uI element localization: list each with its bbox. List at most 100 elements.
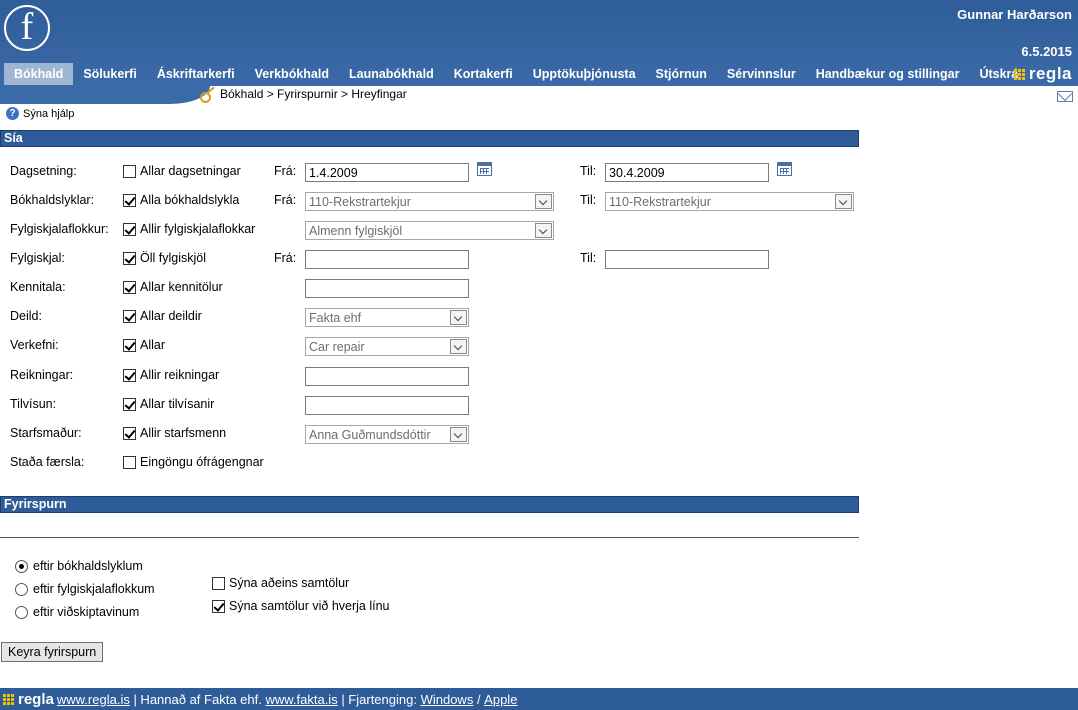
header-date: 6.5.2015 [1021,44,1072,59]
project-label: Verkefni: [10,338,59,352]
regla-grid-icon [3,693,14,705]
all-accounts-checkbox[interactable]: Alla bókhaldslykla [123,193,239,207]
all-departments-checkbox[interactable]: Allar deildir [123,309,202,323]
calendar-icon-from[interactable] [477,162,492,176]
nav-item-verkbokhald[interactable]: Verkbókhald [245,63,339,85]
nav-item-upptokuthjonusta[interactable]: Upptökuþjónusta [523,63,646,85]
divider [0,537,859,538]
nav-item-bokhald[interactable]: Bókhald [4,63,74,85]
key-icon [200,87,216,103]
employee-select[interactable]: Anna Guðmundsdóttir [305,425,469,444]
filter-row-documents: Fylgiskjal: Öll fylgiskjöl Frá: Til: [0,249,870,269]
apple-link[interactable]: Apple [484,692,517,707]
fakta-site-link[interactable]: www.fakta.is [265,692,337,707]
reference-label: Tilvísun: [10,397,57,411]
nav-item-handbaekur[interactable]: Handbækur og stillingar [806,63,970,85]
unfinished-only-checkbox[interactable]: Eingöngu ófrágengnar [123,455,264,469]
footer-made-by: | Hannað af Fakta ehf. [129,691,266,707]
regla-grid-icon [1013,68,1025,80]
invoices-label: Reikningar: [10,368,74,382]
run-query-button[interactable]: Keyra fyrirspurn [1,642,104,662]
all-documents-checkbox[interactable]: Öll fylgiskjöl [123,251,206,265]
nav-item-solukerfi[interactable]: Sölukerfi [73,63,147,85]
documents-to-input[interactable] [605,250,769,269]
doc-category-select[interactable]: Almenn fylgiskjöl [305,221,554,240]
filter-row-id-number: Kennitala: Allar kennitölur [0,278,870,298]
breadcrumb-text: Bókhald > Fyrirspurnir > Hreyfingar [220,87,407,101]
employee-label: Starfsmaður: [10,426,82,440]
accounts-to-select[interactable]: 110-Rekstrartekjur [605,192,854,211]
filter-row-date: Dagsetning: Allar dagsetningar Frá: Til: [0,162,870,182]
date-to-input[interactable] [605,163,769,182]
footer: regla www.regla.is | Hannað af Fakta ehf… [0,688,1078,710]
nav-item-servinnslur[interactable]: Sérvinnslur [717,63,806,85]
query-section-title: Fyrirspurn [0,496,859,513]
chevron-down-icon [535,194,552,209]
all-references-checkbox[interactable]: Allar tilvísanir [123,397,214,411]
filter-section-title: Sía [0,130,859,147]
nav-item-launabokhald[interactable]: Launabókhald [339,63,444,85]
documents-label: Fylgiskjal: [10,251,65,265]
footer-brand: regla [3,691,54,708]
show-help-link[interactable]: ? Sýna hjálp [6,107,74,120]
chevron-down-icon [450,339,467,354]
filter-row-status: Staða færsla: Eingöngu ófrágengnar [0,453,870,473]
chevron-down-icon [835,194,852,209]
radio-by-customers[interactable]: eftir viðskiptavinum [15,605,139,619]
sub-bar: Bókhald > Fyrirspurnir > Hreyfingar [0,86,1078,104]
nav-item-kortakerfi[interactable]: Kortakerfi [444,63,523,85]
radio-by-accounts[interactable]: eftir bókhaldslyklum [15,559,143,573]
filter-row-project: Verkefni: Allar Car repair [0,336,870,356]
calendar-icon-to[interactable] [777,162,792,176]
filter-row-invoices: Reikningar: Allir reikningar [0,366,870,386]
invoices-input[interactable] [305,367,469,386]
mail-icon[interactable] [1057,91,1073,102]
all-dates-checkbox[interactable]: Allar dagsetningar [123,164,241,178]
date-to-label: Til: [580,164,597,178]
documents-from-input[interactable] [305,250,469,269]
filter-row-department: Deild: Allar deildir Fakta ehf [0,307,870,327]
user-name: Gunnar Harðarson [957,7,1072,22]
fakta-logo[interactable]: f [4,5,50,51]
nav-item-stjornun[interactable]: Stjórnun [646,63,717,85]
totals-per-line-checkbox[interactable]: Sýna samtölur við hverja línu [212,599,390,613]
chevron-down-icon [450,310,467,325]
date-from-input[interactable] [305,163,469,182]
app-header: f Gunnar Harðarson 6.5.2015 Bókhald Sölu… [0,0,1078,86]
reference-input[interactable] [305,396,469,415]
id-number-input[interactable] [305,279,469,298]
date-label: Dagsetning: [10,164,77,178]
accounts-from-select[interactable]: 110-Rekstrartekjur [305,192,554,211]
totals-only-checkbox[interactable]: Sýna aðeins samtölur [212,576,349,590]
filter-row-accounts: Bókhaldslyklar: Alla bókhaldslykla Frá: … [0,191,870,211]
documents-from-label: Frá: [274,251,297,265]
all-doc-categories-checkbox[interactable]: Allir fylgiskjalaflokkar [123,222,255,236]
regla-brand: regla [1013,64,1072,84]
filter-row-employee: Starfsmaður: Allir starfsmenn Anna Guðmu… [0,424,870,444]
date-from-label: Frá: [274,164,297,178]
help-icon: ? [6,107,19,120]
all-id-numbers-checkbox[interactable]: Allar kennitölur [123,280,223,294]
accounts-to-label: Til: [580,193,597,207]
department-select[interactable]: Fakta ehf [305,308,469,327]
windows-link[interactable]: Windows [421,692,474,707]
accounts-from-label: Frá: [274,193,297,207]
footer-remote-label: | Fjartenging: [337,691,421,707]
status-label: Staða færsla: [10,455,85,469]
all-invoices-checkbox[interactable]: Allir reikningar [123,368,219,382]
nav-item-askriftarkerfi[interactable]: Áskriftarkerfi [147,63,245,85]
regla-site-link[interactable]: www.regla.is [57,692,130,707]
accounts-label: Bókhaldslyklar: [10,193,95,207]
doc-categories-label: Fylgiskjalaflokkur: [10,222,109,236]
chevron-down-icon [450,427,467,442]
all-projects-checkbox[interactable]: Allar [123,338,165,352]
filter-row-reference: Tilvísun: Allar tilvísanir [0,395,870,415]
radio-by-doc-categories[interactable]: eftir fylgiskjalaflokkum [15,582,155,596]
all-employees-checkbox[interactable]: Allir starfsmenn [123,426,226,440]
breadcrumb: Bókhald > Fyrirspurnir > Hreyfingar [200,87,407,103]
department-label: Deild: [10,309,42,323]
project-select[interactable]: Car repair [305,337,469,356]
main-nav: Bókhald Sölukerfi Áskriftarkerfi Verkbók… [0,63,1028,85]
id-number-label: Kennitala: [10,280,66,294]
documents-to-label: Til: [580,251,597,265]
